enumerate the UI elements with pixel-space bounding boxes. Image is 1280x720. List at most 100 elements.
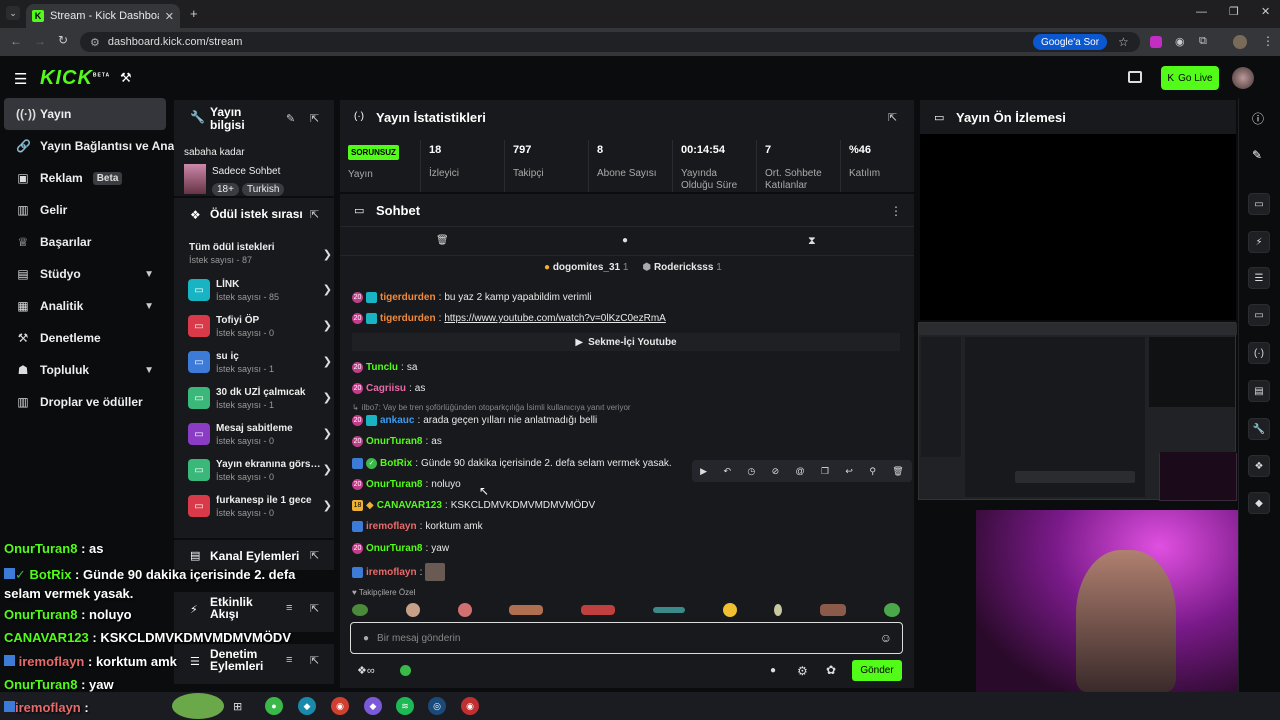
tab-close-icon[interactable]: ✕ (165, 10, 174, 23)
delete-icon[interactable]: 🗑 (892, 466, 903, 477)
trash-icon[interactable]: 🗑 (436, 235, 449, 246)
popout-icon[interactable]: ⇱ (888, 111, 897, 124)
extension-2-icon[interactable]: ◉ (1175, 35, 1185, 48)
reward-item[interactable]: ▭ su iç İstek sayısı - 1 ❯ (186, 347, 338, 381)
mention-icon[interactable]: @ (795, 466, 804, 476)
address-bar[interactable]: ⚙ dashboard.kick.com/stream (80, 32, 1140, 52)
reward-widget-icon[interactable]: ❖ (1248, 455, 1270, 477)
points-icon[interactable]: ❖∞ (357, 664, 375, 677)
channel-widget-icon[interactable]: ▤ (1248, 380, 1270, 402)
tools-icon[interactable]: ⚒ (120, 70, 132, 86)
taskbar-app-icon[interactable]: ● (265, 697, 283, 715)
chat-message[interactable]: 20 OnurTuran8: as (352, 436, 442, 447)
chat-message[interactable]: 20 ankauc: arada geçen yılları nie anlatma… (352, 415, 597, 426)
undo-icon[interactable]: ↶ (723, 466, 731, 477)
reload-icon[interactable]: ↻ (58, 33, 68, 47)
new-tab-icon[interactable]: + (190, 6, 198, 21)
extension-icon[interactable] (1150, 36, 1162, 48)
emote-fish-icon[interactable] (652, 607, 685, 613)
play-icon[interactable]: ▶ (700, 466, 707, 477)
sidebar-item-topluluk[interactable]: ☗ Topluluk ▼ (4, 354, 166, 386)
pin-icon[interactable]: ⚲ (869, 466, 876, 477)
sidebar-item-reklam[interactable]: ▣ Reklam Beta (4, 162, 166, 194)
popout-icon[interactable]: ⇱ (310, 208, 319, 221)
sidebar-item-denetleme[interactable]: ⚒ Denetleme (4, 322, 166, 354)
pinned-user[interactable]: ● dogomites_31 1 (544, 262, 628, 273)
chat-mode-icon[interactable]: ● (622, 235, 628, 246)
chat-username[interactable]: BotRix (380, 458, 412, 469)
taskbar-widget-icon[interactable] (172, 693, 224, 719)
browser-menu-icon[interactable]: ⋮ (1262, 34, 1274, 48)
emote-frog-icon[interactable] (883, 603, 900, 617)
popout-icon[interactable]: ⇱ (310, 549, 319, 562)
input-emote-icon[interactable]: ● (363, 633, 369, 644)
kick-logo[interactable]: KICKBETA (40, 67, 110, 90)
chat-message[interactable]: 20 Tunclu: sa (352, 362, 417, 373)
filter-icon[interactable]: ≡ (286, 602, 292, 614)
emote-bread-icon[interactable] (509, 605, 544, 615)
chat-username[interactable]: CANAVAR123 (377, 500, 442, 511)
ban-icon[interactable]: ⊘ (772, 466, 780, 477)
chat-message[interactable]: iremoflayn: korktum amk (352, 521, 483, 532)
sidebar-item-basarilar[interactable]: ♕ Başarılar (4, 226, 166, 258)
pencil-icon[interactable]: ✎ (1252, 148, 1262, 162)
pinned-user[interactable]: ⬢ Rodericksss 1 (642, 262, 721, 273)
stats-widget-icon[interactable]: ▭ (1248, 193, 1270, 215)
reward-item[interactable]: ▭ Yayın ekranına görs… İstek sayısı - 0 ❯ (186, 455, 338, 489)
chat-message[interactable]: 20 tigerdurden: bu yaz 2 kamp yapabildim v… (352, 292, 592, 303)
user-avatar[interactable] (1232, 67, 1254, 89)
emote-drop-icon[interactable] (774, 604, 783, 616)
chat-menu-icon[interactable]: ⋮ (890, 204, 902, 218)
window-close-icon[interactable]: ✕ (1261, 5, 1270, 18)
chat-username[interactable]: iremoflayn (366, 567, 417, 578)
popout-icon[interactable]: ⇱ (310, 602, 319, 615)
bookmark-star-icon[interactable]: ☆ (1118, 35, 1129, 49)
list-widget-icon[interactable]: ☰ (1248, 267, 1270, 289)
go-live-button[interactable]: K Go Live (1161, 66, 1219, 90)
emoji-picker-icon[interactable]: ☺ (880, 631, 892, 645)
emote-frog-icon[interactable] (352, 604, 368, 616)
chat-username[interactable]: ankauc (380, 415, 414, 426)
taskbar-app-icon[interactable]: ◆ (298, 697, 316, 715)
preview-toggle-icon[interactable] (1128, 71, 1142, 83)
extensions-puzzle-icon[interactable]: ⧉ (1199, 35, 1207, 48)
minimize-icon[interactable]: — (1196, 6, 1207, 18)
taskbar-app-icon[interactable]: ◉ (461, 697, 479, 715)
wrench-widget-icon[interactable]: 🔧 (1248, 418, 1270, 440)
reward-item[interactable]: ▭ Tofiyi ÖP İstek sayısı - 0 ❯ (186, 311, 338, 345)
forward-icon[interactable]: → (34, 34, 46, 48)
chat-username[interactable]: tigerdurden (380, 292, 436, 303)
bolt-widget-icon[interactable]: ⚡ (1248, 231, 1270, 253)
emote-picker-icon[interactable]: ✿ (826, 663, 836, 677)
reward-item[interactable]: ▭ 30 dk UZİ çalmıcak İstek sayısı - 1 ❯ (186, 383, 338, 417)
chat-message[interactable]: 20 OnurTuran8: yaw (352, 543, 449, 554)
sidebar-item-studyo[interactable]: ▤ Stüdyo ▼ (4, 258, 166, 290)
chat-bubble-icon[interactable]: ● (770, 665, 776, 676)
copy-icon[interactable]: ❐ (821, 466, 829, 477)
all-rewards-item[interactable]: Tüm ödül istekleri İstek sayısı - 87 ❯ (186, 240, 338, 270)
info-icon[interactable]: ⓘ (1252, 110, 1264, 127)
chat-username[interactable]: iremoflayn (366, 521, 417, 532)
popout-icon[interactable]: ⇱ (310, 112, 319, 125)
reply-icon[interactable]: ↩ (845, 466, 853, 477)
timeout-icon[interactable]: ◷ (747, 466, 755, 477)
task-view-icon[interactable]: ⊞ (233, 700, 242, 713)
filter-icon[interactable]: ≡ (286, 654, 292, 666)
back-icon[interactable]: ← (10, 34, 22, 48)
sidebar-item-analitik[interactable]: ▦ Analitik ▼ (4, 290, 166, 322)
sidebar-item-yayin[interactable]: ((·)) Yayın (4, 98, 166, 130)
chrome-icon[interactable]: ◉ (331, 697, 349, 715)
tab-search-icon[interactable]: ⌄ (6, 6, 20, 20)
reward-item[interactable]: ▭ Mesaj sabitleme İstek sayısı - 0 ❯ (186, 419, 338, 453)
restore-icon[interactable]: ❐ (1229, 5, 1239, 18)
chat-username[interactable]: Cagriisu (366, 383, 406, 394)
chat-username[interactable]: OnurTuran8 (366, 543, 422, 554)
emote-face-icon[interactable] (405, 603, 420, 617)
site-info-icon[interactable]: ⚙ (90, 36, 100, 49)
reward-item[interactable]: ▭ furkanesp ile 1 gece İstek sayısı - 0 ❯ (186, 491, 338, 525)
hamburger-menu-icon[interactable]: ☰ (14, 70, 27, 88)
chat-message[interactable]: 20 Cagriisu: as (352, 383, 425, 394)
taskbar-app-icon[interactable]: ◆ (364, 697, 382, 715)
edit-icon[interactable]: ✎ (286, 112, 295, 125)
emote-smile-icon[interactable] (722, 603, 737, 617)
